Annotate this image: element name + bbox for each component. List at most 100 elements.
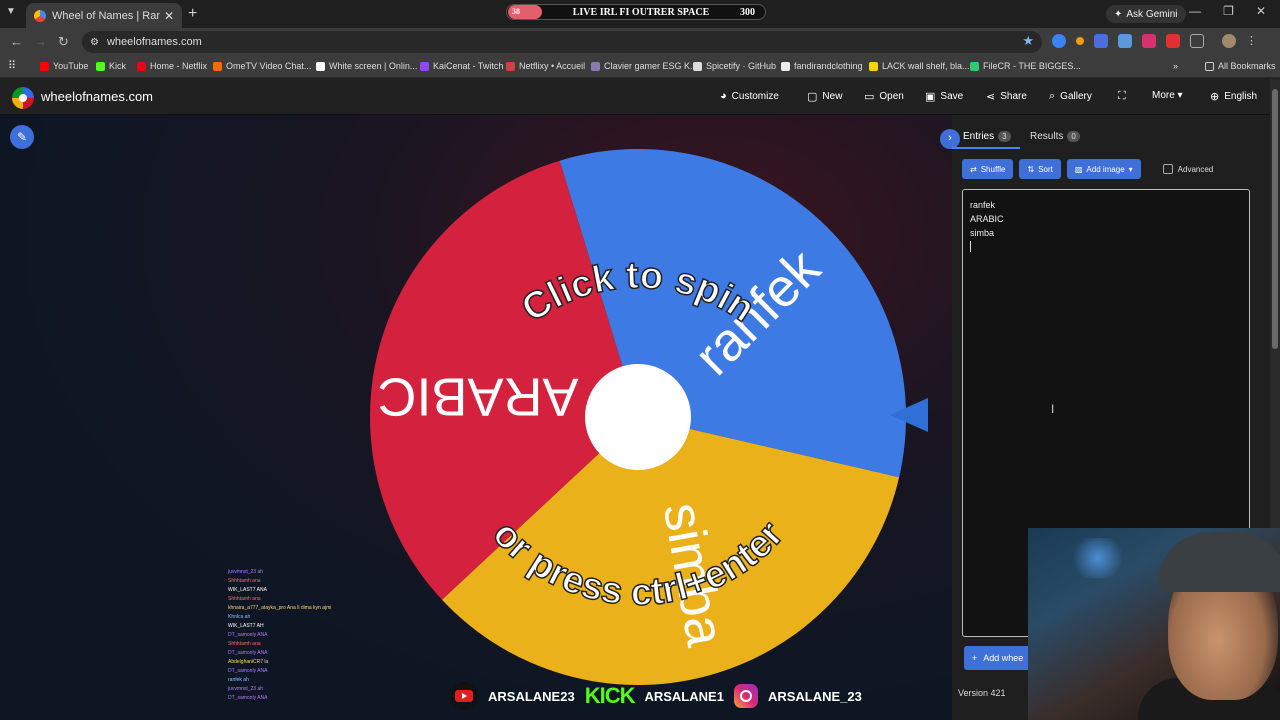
bookmark-label: White screen | Onlin...	[329, 61, 418, 71]
translate-icon[interactable]	[1094, 34, 1108, 48]
bookmarks-overflow-icon[interactable]: »	[1173, 61, 1178, 71]
kick-handle: ARSALANE1	[644, 688, 724, 704]
menu-search[interactable]: ⌕ Gallery	[1049, 90, 1092, 103]
bookmark-item[interactable]: LACK wall shelf, bla...	[869, 61, 970, 71]
sort-icon: ⇅	[1027, 164, 1035, 174]
browser-toolbar: ← → ↻ ⚙ wheelofnames.com ★ ⋮	[0, 28, 1280, 56]
menu-save[interactable]: ▣ Save	[925, 90, 963, 103]
bookmark-item[interactable]: KaiCenat - Twitch	[420, 61, 503, 71]
sparkle-icon: ✦	[1114, 8, 1123, 20]
search-icon: ⌕	[1049, 90, 1056, 102]
extension-icon[interactable]	[1052, 34, 1066, 48]
reload-icon[interactable]: ↻	[58, 34, 69, 50]
menu-folder[interactable]: ▭ Open	[864, 90, 904, 103]
menu-label: Share	[1000, 91, 1027, 102]
webcam-background-light	[1068, 538, 1128, 578]
webcam-overlay	[1028, 528, 1280, 720]
chat-message: khnaira_a777_atayka_pro Ana li dima kyn …	[228, 605, 332, 611]
add-wheel-button[interactable]: + Add whee	[964, 646, 1038, 670]
menu-fullscreen[interactable]: ⛶	[1118, 90, 1131, 103]
menu-more[interactable]: More ▾	[1152, 90, 1183, 101]
back-icon[interactable]: ←	[10, 34, 23, 49]
bookmark-item[interactable]: Home - Netflix	[137, 61, 207, 71]
add-image-button[interactable]: ▨ Add image ▾	[1066, 159, 1141, 179]
tab-results[interactable]: Results 0	[1030, 131, 1080, 142]
tab-entries[interactable]: Entries 3	[963, 131, 1011, 142]
sort-button[interactable]: ⇅ Sort	[1019, 159, 1061, 179]
bookmark-label: Kick	[109, 61, 127, 71]
favicon-icon	[34, 9, 46, 22]
stream-socials: ARSALANE23 KICK ARSALANE1 ARSALANE_23	[450, 681, 862, 711]
entry-line: ARABIC	[970, 214, 1004, 224]
add-image-label: Add image	[1086, 164, 1125, 174]
puzzle-icon[interactable]	[1190, 34, 1204, 48]
wheel-center-hub[interactable]	[585, 364, 691, 470]
close-window-icon[interactable]: ✕	[1256, 4, 1266, 18]
menu-new[interactable]: ▢ New	[807, 90, 842, 103]
close-tab-icon[interactable]: ✕	[164, 9, 174, 23]
share-icon: ⋖	[986, 91, 996, 103]
wheel-logo-icon[interactable]	[12, 87, 34, 109]
tab-list-icon[interactable]: ▼	[6, 6, 16, 17]
restore-icon[interactable]: ❐	[1223, 4, 1234, 18]
bookmark-favicon-icon	[591, 61, 600, 71]
chat-message: juvvmnst_23 ah	[228, 686, 264, 692]
chat-message: AbdelghaniCR7 la	[228, 659, 269, 665]
scrollbar-thumb[interactable]	[1272, 89, 1278, 349]
bookmark-label: Clavier gamer ESG K...	[604, 61, 698, 71]
wheel-stage[interactable]: ranfek ARABIC simba Click to spin or press c…	[0, 115, 952, 720]
all-bookmarks[interactable]: All Bookmarks	[1205, 61, 1276, 71]
youtube-icon	[450, 682, 478, 710]
chat-message: Shhhtamh ana	[228, 578, 261, 584]
results-count-badge: 0	[1067, 131, 1080, 142]
advanced-label: Advanced	[1177, 164, 1214, 174]
extension-icon[interactable]	[1166, 34, 1180, 48]
panel-tabs: › Entries 3 Results 0	[940, 125, 1270, 149]
ask-gemini-button[interactable]: ✦ Ask Gemini	[1106, 5, 1186, 23]
bookmark-item[interactable]: White screen | Onlin...	[316, 61, 417, 71]
menu-share[interactable]: ⋖ Share	[986, 90, 1027, 103]
chat-message: Shhhtamh ana	[228, 596, 261, 602]
advanced-checkbox[interactable]: Advanced	[1162, 159, 1214, 179]
bookmark-item[interactable]: Kick	[96, 61, 126, 71]
address-bar[interactable]: ⚙ wheelofnames.com ★	[82, 31, 1042, 53]
site-info-icon[interactable]: ⚙	[90, 37, 99, 48]
extension-icon[interactable]	[1142, 34, 1156, 48]
bookmark-star-icon[interactable]: ★	[1022, 33, 1034, 49]
bookmark-favicon-icon	[40, 61, 49, 71]
bookmark-item[interactable]: YouTube	[40, 61, 88, 71]
tab-entries-label: Entries	[963, 131, 995, 142]
profile-avatar[interactable]	[1222, 34, 1236, 48]
kebab-menu-icon[interactable]: ⋮	[1246, 34, 1257, 48]
new-icon: ▢	[807, 91, 818, 103]
extension-icon[interactable]	[1118, 34, 1132, 48]
bookmark-item[interactable]: OmeTV Video Chat...	[213, 61, 311, 71]
bookmark-item[interactable]: FileCR - THE BIGGES...	[970, 61, 1081, 71]
bookmark-item[interactable]: fandirandclothing	[781, 61, 863, 71]
bookmark-item[interactable]: Clavier gamer ESG K...	[591, 61, 698, 71]
bookmark-label: OmeTV Video Chat...	[226, 61, 312, 71]
new-tab-icon[interactable]: +	[188, 5, 197, 23]
minimize-icon[interactable]: —	[1189, 4, 1201, 18]
menu-globe[interactable]: ⊕ English	[1210, 90, 1257, 103]
shuffle-icon: ⇄	[970, 164, 977, 174]
menu-palette[interactable]: ◕ Customize	[720, 90, 779, 102]
chat-message: DT_samonly ANA	[228, 632, 268, 638]
extension-icon[interactable]	[1076, 37, 1084, 45]
edit-pencil-icon[interactable]: ✎	[10, 125, 34, 149]
shuffle-button[interactable]: ⇄ Shuffle	[962, 159, 1014, 179]
instagram-handle: ARSALANE_23	[767, 688, 862, 704]
bookmark-label: KaiCenat - Twitch	[433, 61, 504, 71]
bookmark-item[interactable]: Spicetify · GitHub	[693, 61, 776, 71]
checkbox-icon[interactable]	[1162, 164, 1173, 174]
tab-results-label: Results	[1030, 131, 1064, 142]
browser-tab[interactable]: Wheel of Names | Random nam ✕	[26, 3, 182, 28]
site-name[interactable]: wheelofnames.com	[41, 89, 153, 104]
wheel[interactable]: ranfekARABICsimbaClick to spinor press c…	[0, 115, 952, 720]
shuffle-label: Shuffle	[980, 164, 1006, 174]
bookmark-item[interactable]: Netflixy • Accueil	[506, 61, 585, 71]
forward-icon[interactable]: →	[34, 34, 47, 49]
apps-icon[interactable]: ⠿	[8, 59, 16, 72]
collapse-panel-icon[interactable]: ›	[940, 129, 960, 149]
youtube-handle: ARSALANE23	[488, 688, 575, 704]
